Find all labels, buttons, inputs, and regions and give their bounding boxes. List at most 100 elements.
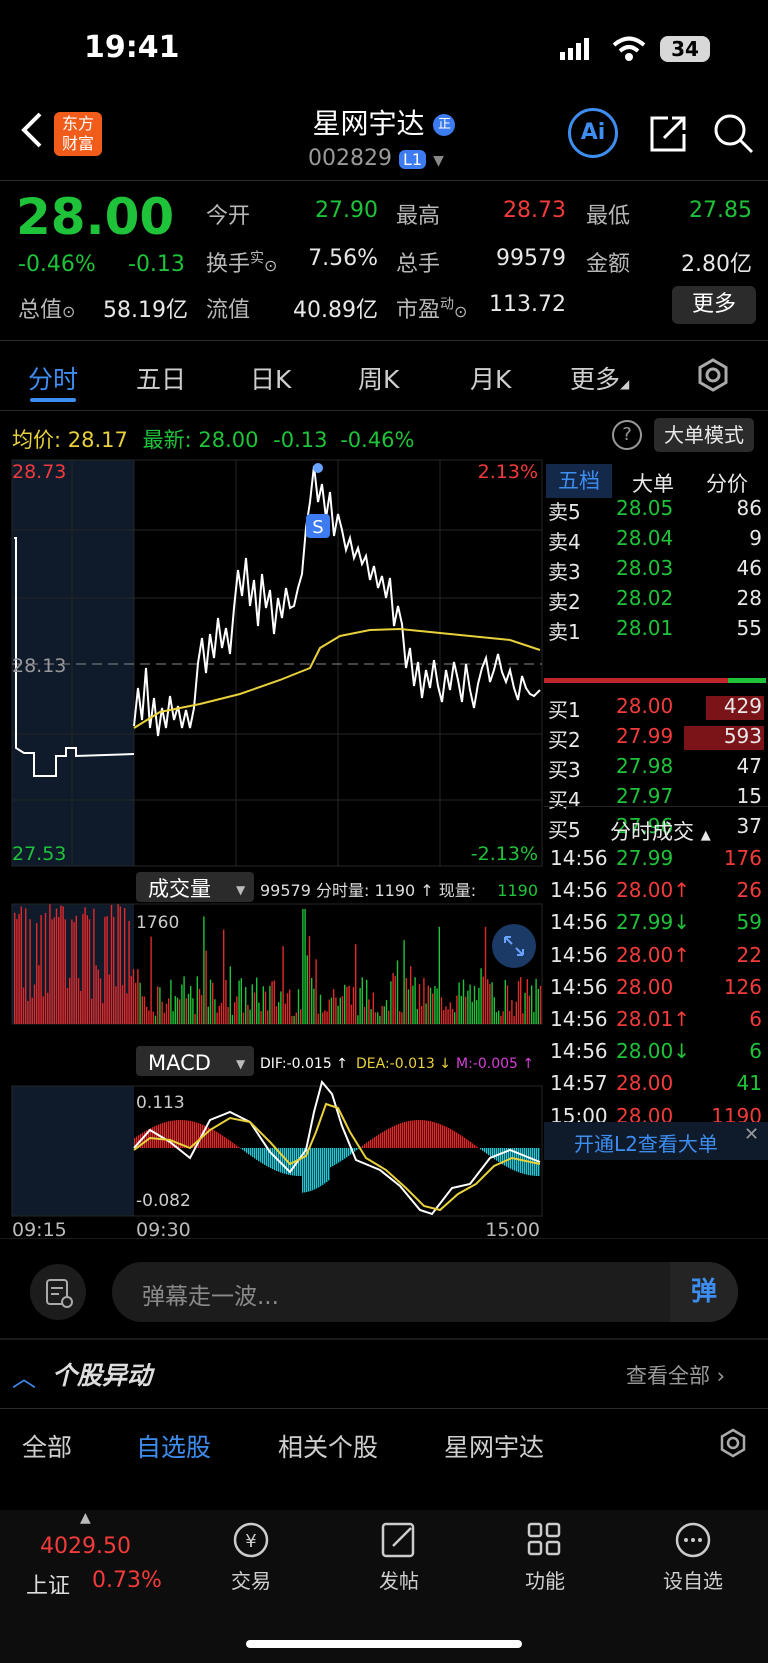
ob-tab-big-order[interactable]: 大单 [632, 468, 674, 498]
l2-banner[interactable]: 开通L2查看大单 ✕ [544, 1122, 768, 1160]
big-order-mode-button[interactable]: 大单模式 [654, 418, 754, 452]
volume-bar [242, 1012, 245, 1024]
close-icon[interactable]: ✕ [744, 1124, 759, 1145]
macd-bar [154, 1126, 156, 1148]
volume-bar [401, 1012, 403, 1024]
macd-bar [430, 1121, 432, 1148]
view-all-link[interactable]: 查看全部 › [626, 1360, 725, 1390]
low-value: 27.85 [689, 198, 752, 223]
macd-bar [300, 1148, 302, 1176]
danmu-input[interactable]: 弹幕走一波... 弹 [112, 1262, 738, 1322]
macd-bar [332, 1148, 334, 1167]
macd-bar [396, 1124, 398, 1148]
volume-bar [388, 1010, 390, 1024]
more-dots-icon [675, 1522, 711, 1558]
macd-bar [316, 1148, 318, 1189]
ob-tab-5level[interactable]: 五档 [546, 464, 612, 498]
index-name[interactable]: 上证 [26, 1568, 70, 1600]
macd-bar [468, 1140, 470, 1148]
volume-bar [154, 1015, 157, 1024]
macd-bar [454, 1131, 456, 1148]
macd-bar [310, 1148, 312, 1191]
more-button[interactable]: 更多 [672, 286, 756, 324]
chevron-up-icon[interactable]: ︿ [12, 1358, 36, 1393]
tab-more[interactable]: 更多◢ [570, 360, 629, 396]
volume-bar [454, 1012, 456, 1024]
ask-volume: 55 [736, 616, 762, 640]
macd-bar [422, 1120, 424, 1148]
share-icon[interactable] [646, 112, 690, 160]
volume-bar [49, 904, 51, 1024]
nav-trade[interactable]: ¥ 交易 [196, 1520, 306, 1594]
volume-bar [522, 1013, 524, 1024]
volume-bar [209, 979, 212, 1024]
volume-bar [82, 914, 84, 1024]
volume-bar [214, 999, 216, 1024]
status-bar: 19:41 34 [0, 0, 768, 100]
volume-title[interactable]: 成交量 [148, 877, 211, 901]
edit-icon [381, 1522, 415, 1558]
change-value: -0.13 [128, 252, 185, 277]
volume-bar [280, 991, 282, 1024]
open-label: 今开 [206, 204, 251, 229]
intraday-chart[interactable]: S 28.73 28.13 27.53 2.13% -2.13% 成交量 ▼ 9… [0, 458, 544, 1238]
nav-add-watchlist[interactable]: 设自选 [638, 1520, 748, 1594]
help-icon[interactable]: ? [612, 420, 642, 450]
volume-bar [311, 978, 313, 1024]
macd-bar [450, 1129, 452, 1148]
nav-post[interactable]: 发帖 [344, 1520, 454, 1594]
tab-5day[interactable]: 五日 [136, 360, 186, 396]
index-pct[interactable]: 0.73% [92, 1568, 162, 1593]
settings-icon[interactable] [696, 358, 730, 396]
volume-bar [471, 1001, 473, 1024]
macd-bar [262, 1148, 264, 1164]
volume-bar [42, 996, 44, 1024]
last-price: 28.00 [16, 188, 175, 246]
volume-bar [27, 1000, 29, 1024]
volume-bar [330, 997, 333, 1024]
macd-bar [222, 1135, 224, 1148]
tab-daily[interactable]: 日K [250, 360, 291, 396]
divider [0, 1338, 768, 1340]
macd-bar [308, 1148, 310, 1192]
danmu-toggle-icon[interactable] [30, 1264, 86, 1320]
volume-bar [33, 984, 36, 1024]
volume-bar [170, 979, 172, 1024]
macd-bar [232, 1142, 234, 1148]
tab-weekly[interactable]: 周K [358, 360, 399, 396]
macd-bar [242, 1148, 244, 1150]
danmu-send-button[interactable]: 弹 [670, 1262, 738, 1322]
macd-bar [448, 1128, 450, 1148]
tab-intraday[interactable]: 分时 [28, 360, 78, 396]
macd-title[interactable]: MACD [148, 1051, 211, 1075]
macd-bar [366, 1142, 368, 1148]
macd-bar [458, 1133, 460, 1148]
tab-monthly[interactable]: 月K [470, 360, 511, 396]
trades-title[interactable]: 分时成交 ▲ [610, 816, 711, 846]
volume-bar [93, 908, 95, 1024]
volume-bar [172, 1011, 174, 1024]
subtab-stock[interactable]: 星网宇达 [444, 1428, 544, 1464]
subtab-all[interactable]: 全部 [22, 1428, 72, 1464]
float-label: 流值 [206, 298, 251, 323]
subtab-related[interactable]: 相关个股 [278, 1428, 378, 1464]
macd-bar [376, 1135, 378, 1148]
stock-code[interactable]: 002829 L1 ▼ [308, 146, 444, 171]
search-icon[interactable] [712, 112, 756, 160]
volume-bar [231, 1014, 234, 1024]
settings-icon[interactable] [718, 1428, 748, 1462]
ob-tab-price[interactable]: 分价 [706, 468, 748, 498]
subtab-watchlist[interactable]: 自选股 [136, 1428, 211, 1464]
l2-text: 开通L2查看大单 [574, 1132, 718, 1156]
index-value[interactable]: 4029.50 [40, 1534, 131, 1559]
volume-bar [73, 922, 75, 1024]
volume-bar [108, 974, 110, 1024]
macd-bar [476, 1146, 478, 1148]
macd-bar [392, 1126, 394, 1148]
ask-label: 卖3 [548, 560, 581, 584]
expand-icon[interactable] [492, 924, 536, 968]
amount-value: 2.80亿 [681, 252, 752, 277]
volume-bar [399, 1011, 401, 1024]
ai-button[interactable]: Ai [568, 108, 618, 158]
nav-functions[interactable]: 功能 [490, 1520, 600, 1594]
